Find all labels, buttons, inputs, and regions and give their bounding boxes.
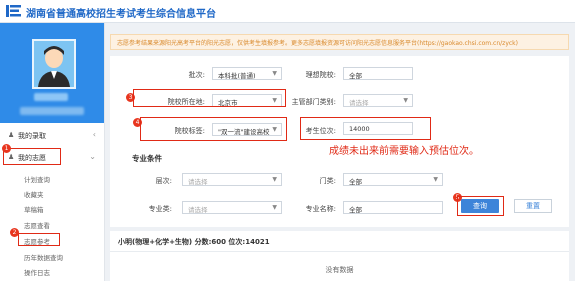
highlight-box-tag <box>140 117 287 141</box>
subitem-drafts[interactable]: 草稿箱 <box>24 204 44 214</box>
highlight-box-query <box>457 196 504 216</box>
chevron-down-icon: ⌄ <box>89 152 96 161</box>
batch-value: 本科批(普通) <box>218 72 256 80</box>
major-name-label: 专业名称: <box>305 205 336 213</box>
highlight-box-my-volunteer <box>3 148 61 165</box>
logo-icon <box>6 5 21 17</box>
batch-label: 批次: <box>188 71 205 79</box>
major-class-select[interactable]: 请选择 ▼ <box>182 201 282 214</box>
ideal-school-input[interactable]: 全部 <box>343 67 413 80</box>
level-label: 层次: <box>155 177 172 185</box>
category-select[interactable]: 全部 ▼ <box>343 173 443 186</box>
username-blurred <box>34 93 68 101</box>
level-value: 请选择 <box>188 178 208 186</box>
subitem-operation-log[interactable]: 操作日志 <box>24 267 50 277</box>
ideal-school-value: 全部 <box>349 72 362 80</box>
avatar <box>32 39 76 89</box>
notice-text: 志愿参考结果来源阳光高考平台的阳光志愿，仅供考生填报参考。更多志愿填报资源可访问… <box>117 40 518 47</box>
subitem-favorites[interactable]: 收藏夹 <box>24 189 44 199</box>
batch-select[interactable]: 本科批(普通) ▼ <box>212 67 282 80</box>
result-panel: 小明(物理+化学+生物) 分数:600 位次:14021 没有数据 <box>110 231 569 281</box>
level-select[interactable]: 请选择 ▼ <box>182 173 282 186</box>
dept-select[interactable]: 请选择 ▼ <box>343 94 413 107</box>
top-bar: 湖南省普通高校招生考试考生综合信息平台 <box>0 0 575 23</box>
userid-blurred <box>20 107 84 115</box>
category-label: 门类: <box>319 177 336 185</box>
section-title: 专业条件 <box>132 154 162 163</box>
person-icon: ♟ <box>8 131 15 139</box>
profile-card <box>0 23 104 123</box>
sidebar-item-label: 我的录取 <box>18 132 46 140</box>
highlight-box-volunteer-reference <box>18 233 60 246</box>
divider <box>110 251 569 252</box>
person-icon <box>38 46 70 87</box>
chevron-left-icon: ‹ <box>92 130 96 139</box>
step-marker-1: 1 <box>2 144 11 153</box>
sidebar-item-my-admission[interactable]: ♟ 我的录取 ‹ <box>0 127 104 143</box>
highlight-box-location <box>133 89 286 107</box>
major-class-value: 请选择 <box>188 206 208 214</box>
category-value: 全部 <box>349 178 362 186</box>
chevron-down-icon: ▼ <box>403 97 408 104</box>
subitem-history-data[interactable]: 历年数据查询 <box>24 252 63 262</box>
major-class-label: 专业类: <box>148 205 172 213</box>
empty-message: 没有数据 <box>325 266 354 274</box>
annotation-text: 成绩未出来前需要输入预估位次。 <box>329 146 479 157</box>
step-marker-2: 2 <box>10 228 19 237</box>
reset-button[interactable]: 重置 <box>514 199 552 213</box>
notice-banner: 志愿参考结果来源阳光高考平台的阳光志愿，仅供考生填报参考。更多志愿填报资源可访问… <box>110 34 569 50</box>
major-name-value: 全部 <box>349 206 362 214</box>
dept-value: 请选择 <box>349 99 369 107</box>
ideal-school-label: 理想院校: <box>305 71 336 79</box>
app-title: 湖南省普通高校招生考试考生综合信息平台 <box>26 9 216 20</box>
chevron-down-icon: ▼ <box>433 176 438 183</box>
major-name-input[interactable]: 全部 <box>343 201 443 214</box>
subitem-plan-query[interactable]: 计划查询 <box>24 174 50 184</box>
result-summary: 小明(物理+化学+生物) 分数:600 位次:14021 <box>118 238 270 246</box>
subitem-view-volunteer[interactable]: 志愿查看 <box>24 220 50 230</box>
highlight-box-rank <box>300 117 431 140</box>
